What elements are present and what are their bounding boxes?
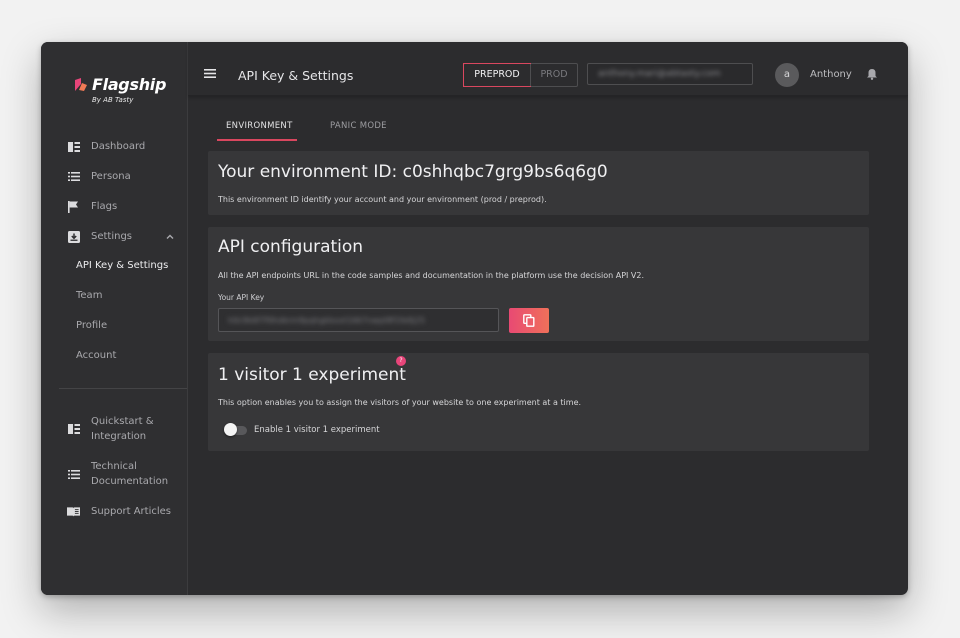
environment-id-title: Your environment ID: c0shhqbc7grg9bs6q6g… — [218, 162, 608, 182]
sidebar-item-label: Dashboard — [91, 141, 146, 152]
env-preprod-button[interactable]: PREPROD — [463, 63, 531, 87]
sidebar-item-label: Flags — [91, 201, 118, 212]
list-icon — [67, 170, 80, 183]
logo-text: Flagship — [92, 75, 167, 94]
sidebar-item-dashboard[interactable]: Dashboard — [67, 140, 145, 153]
tab-environment[interactable]: ENVIRONMENT — [226, 121, 293, 131]
copy-api-key-button[interactable] — [509, 308, 549, 333]
menu-icon[interactable] — [204, 69, 216, 78]
api-key-label: Your API Key — [218, 293, 265, 302]
environment-id-card: Your environment ID: c0shhqbc7grg9bs6q6g… — [208, 151, 869, 215]
bell-icon[interactable] — [866, 68, 878, 80]
tab-panic-mode[interactable]: PANIC MODE — [330, 121, 387, 131]
sidebar-item-flags[interactable]: Flags — [67, 200, 117, 213]
api-configuration-card: API configuration All the API endpoints … — [208, 227, 869, 341]
avatar[interactable]: a — [775, 63, 799, 87]
toggle-knob — [224, 423, 237, 436]
sidebar-item-technical-documentation[interactable]: Technical Documentation — [67, 459, 168, 489]
api-configuration-title: API configuration — [218, 237, 364, 257]
api-key-field[interactable]: h0c9k6f7f0hdkrm9pqhgkbxxt1667nwpt8f1fe9j… — [218, 308, 499, 332]
sidebar-item-quickstart[interactable]: Quickstart & Integration — [67, 414, 154, 444]
sidebar-item-support-articles[interactable]: Support Articles — [67, 505, 171, 518]
copy-icon — [523, 314, 535, 327]
book-icon — [67, 505, 80, 518]
sidebar-item-label: Persona — [91, 171, 131, 182]
sidebar-subitem-api-key-settings[interactable]: API Key & Settings — [76, 260, 168, 271]
sidebar-subitem-team[interactable]: Team — [76, 290, 102, 301]
one-visitor-title: 1 visitor 1 experiment — [218, 365, 406, 385]
settings-download-icon — [67, 230, 80, 243]
account-email: anthony.mari@abtasty.com — [598, 69, 721, 79]
quickstart-icon — [67, 423, 80, 436]
sidebar-item-persona[interactable]: Persona — [67, 170, 131, 183]
sidebar-subitem-account[interactable]: Account — [76, 350, 116, 361]
sidebar-item-label: Technical Documentation — [91, 461, 169, 487]
flagship-logo-icon — [75, 77, 87, 91]
account-select[interactable]: anthony.mari@abtasty.com — [587, 63, 753, 85]
api-key-value: h0c9k6f7f0hdkrm9pqhgkbxxt1667nwpt8f1fe9j… — [228, 315, 426, 325]
api-configuration-description: All the API endpoints URL in the code sa… — [218, 271, 645, 280]
sidebar: Flagship By AB Tasty Dashboard Persona F… — [41, 42, 188, 595]
username[interactable]: Anthony — [810, 69, 852, 80]
one-visitor-toggle[interactable] — [224, 423, 248, 436]
sidebar-item-settings[interactable]: Settings — [67, 230, 132, 243]
docs-list-icon — [67, 468, 80, 481]
sidebar-item-label: Support Articles — [91, 506, 171, 517]
one-visitor-description: This option enables you to assign the vi… — [218, 398, 582, 407]
env-prod-button[interactable]: PROD — [530, 64, 577, 86]
top-bar: API Key & Settings PREPROD PROD anthony.… — [188, 42, 908, 96]
app-window: Flagship By AB Tasty Dashboard Persona F… — [41, 42, 908, 595]
dashboard-icon — [67, 140, 80, 153]
sidebar-item-label: Quickstart & Integration — [91, 416, 154, 442]
one-visitor-toggle-label: Enable 1 visitor 1 experiment — [254, 425, 380, 435]
sidebar-item-label: Settings — [91, 231, 133, 242]
help-icon[interactable]: ? — [396, 356, 406, 366]
logo-subtitle: By AB Tasty — [92, 96, 134, 104]
chevron-up-icon[interactable] — [165, 232, 175, 242]
environment-id-description: This environment ID identify your accoun… — [218, 195, 547, 204]
environment-toggle: PREPROD PROD — [463, 63, 578, 87]
one-visitor-one-experiment-card: 1 visitor 1 experiment ? This option ena… — [208, 353, 869, 451]
sidebar-subitem-profile[interactable]: Profile — [76, 320, 107, 331]
flagship-logo[interactable]: Flagship By AB Tasty — [73, 75, 166, 104]
flag-icon — [67, 200, 80, 213]
sidebar-divider — [59, 388, 187, 389]
page-title: API Key & Settings — [238, 68, 354, 83]
active-tab-indicator — [217, 139, 297, 141]
